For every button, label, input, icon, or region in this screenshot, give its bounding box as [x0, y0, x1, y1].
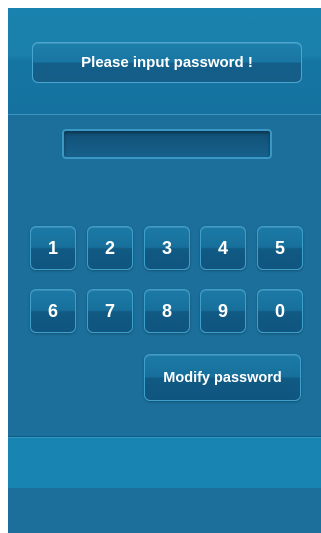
key-8-button[interactable]: 8 — [144, 289, 190, 333]
key-6-button[interactable]: 6 — [30, 289, 76, 333]
key-1-button[interactable]: 1 — [30, 226, 76, 270]
bottom-band — [8, 436, 321, 488]
page-title: Please input password ! — [32, 42, 302, 83]
key-7-button[interactable]: 7 — [87, 289, 133, 333]
key-3-button[interactable]: 3 — [144, 226, 190, 270]
header-band: Please input password ! — [8, 8, 321, 115]
key-9-button[interactable]: 9 — [200, 289, 246, 333]
key-4-button[interactable]: 4 — [200, 226, 246, 270]
footer-band — [8, 488, 321, 533]
key-5-button[interactable]: 5 — [257, 226, 303, 270]
modify-password-button[interactable]: Modify password — [144, 354, 301, 401]
password-input[interactable] — [62, 129, 272, 159]
key-2-button[interactable]: 2 — [87, 226, 133, 270]
key-0-button[interactable]: 0 — [257, 289, 303, 333]
password-screen: Please input password ! 1 2 3 4 5 6 7 8 … — [8, 8, 321, 533]
